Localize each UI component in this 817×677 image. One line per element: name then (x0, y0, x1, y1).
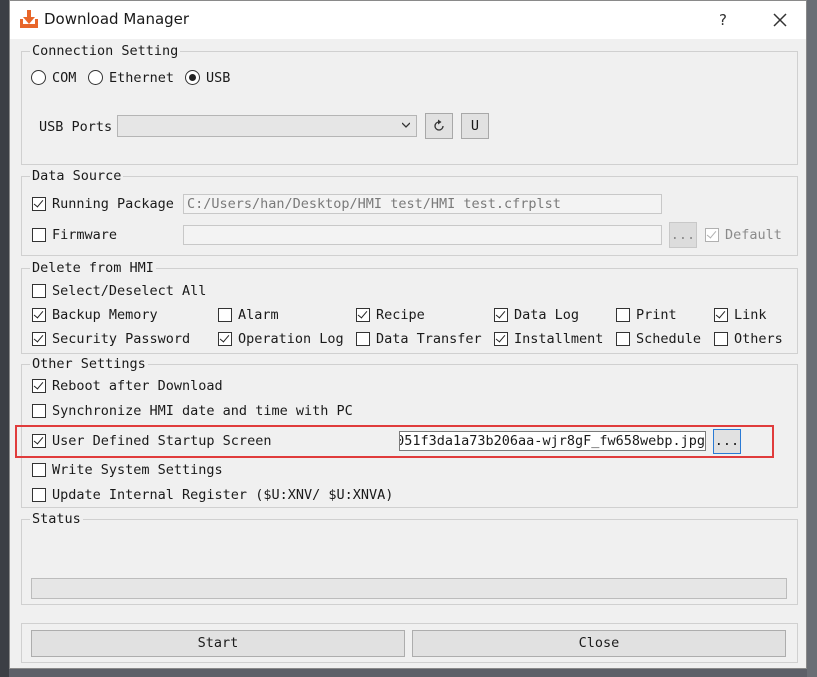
ethernet-label[interactable]: Ethernet (109, 70, 174, 86)
sync-time-checkbox[interactable] (32, 404, 46, 418)
usb-label[interactable]: USB (206, 70, 230, 86)
security-password-checkbox[interactable] (32, 332, 46, 346)
data-transfer-label[interactable]: Data Transfer (376, 331, 482, 347)
update-register-label[interactable]: Update Internal Register ($U:XNV/ $U:XNV… (52, 487, 393, 503)
alarm-checkbox[interactable] (218, 308, 232, 322)
firmware-checkbox[interactable] (32, 228, 46, 242)
close-icon[interactable] (765, 5, 795, 35)
startup-screen-label[interactable]: User Defined Startup Screen (52, 433, 271, 449)
data-log-label[interactable]: Data Log (514, 307, 579, 323)
usb-ports-label: USB Ports (39, 119, 113, 135)
installment-label[interactable]: Installment (514, 331, 603, 347)
refresh-button[interactable] (425, 113, 453, 139)
sync-time-label[interactable]: Synchronize HMI date and time with PC (52, 403, 353, 419)
firmware-label[interactable]: Firmware (52, 227, 117, 243)
select-all-checkbox[interactable] (32, 284, 46, 298)
download-icon (20, 10, 38, 28)
firmware-browse-button[interactable]: ... (669, 222, 697, 248)
window-title: Download Manager (44, 10, 190, 28)
others-checkbox[interactable] (714, 332, 728, 346)
schedule-label[interactable]: Schedule (636, 331, 701, 347)
reboot-label[interactable]: Reboot after Download (52, 378, 223, 394)
alarm-label[interactable]: Alarm (238, 307, 279, 323)
delete-from-hmi-title: Delete from HMI (30, 260, 156, 276)
startup-screen-checkbox[interactable] (32, 434, 46, 448)
running-package-path[interactable]: C:/Users/han/Desktop/HMI test/HMI test.c… (183, 194, 662, 214)
data-source-title: Data Source (30, 168, 124, 184)
recipe-label[interactable]: Recipe (376, 307, 425, 323)
write-system-label[interactable]: Write System Settings (52, 462, 223, 478)
data-log-checkbox[interactable] (494, 308, 508, 322)
link-label[interactable]: Link (734, 307, 767, 323)
title-bar: Download Manager ? (10, 1, 806, 39)
print-checkbox[interactable] (616, 308, 630, 322)
print-label[interactable]: Print (636, 307, 677, 323)
backup-memory-label[interactable]: Backup Memory (52, 307, 158, 323)
usb-radio[interactable] (185, 70, 200, 85)
ethernet-radio[interactable] (88, 70, 103, 85)
operation-log-label[interactable]: Operation Log (238, 331, 344, 347)
connection-setting-group (21, 51, 798, 165)
recipe-checkbox[interactable] (356, 308, 370, 322)
startup-screen-browse-button[interactable]: ... (713, 429, 741, 454)
usb-ports-select[interactable] (117, 115, 417, 137)
com-label[interactable]: COM (52, 70, 76, 86)
start-button[interactable]: Start (31, 630, 405, 657)
operation-log-checkbox[interactable] (218, 332, 232, 346)
status-progress-bar (31, 578, 787, 599)
firmware-path[interactable] (183, 225, 662, 245)
refresh-icon (434, 119, 444, 131)
chevron-down-icon (402, 122, 410, 128)
background-window-right (807, 0, 817, 677)
running-package-checkbox[interactable] (32, 197, 46, 211)
download-manager-dialog: Download Manager ? Connection Setting CO… (9, 0, 807, 669)
write-system-checkbox[interactable] (32, 463, 46, 477)
help-button[interactable]: ? (708, 5, 738, 35)
connection-setting-title: Connection Setting (30, 43, 181, 59)
data-transfer-checkbox[interactable] (356, 332, 370, 346)
reboot-checkbox[interactable] (32, 379, 46, 393)
default-label[interactable]: Default (725, 227, 782, 243)
default-checkbox[interactable] (705, 228, 719, 242)
running-package-label[interactable]: Running Package (52, 196, 174, 212)
others-label[interactable]: Others (734, 331, 783, 347)
installment-checkbox[interactable] (494, 332, 508, 346)
schedule-checkbox[interactable] (616, 332, 630, 346)
status-title: Status (30, 511, 83, 527)
background-window (0, 0, 9, 677)
link-checkbox[interactable] (714, 308, 728, 322)
startup-screen-path[interactable]: 051f3da1a73b206aa-wjr8gF_fw658webp.jpg (399, 431, 706, 451)
u-button[interactable]: U (461, 113, 489, 139)
other-settings-title: Other Settings (30, 356, 148, 372)
select-all-label[interactable]: Select/Deselect All (52, 283, 206, 299)
close-button[interactable]: Close (412, 630, 786, 657)
com-radio[interactable] (31, 70, 46, 85)
backup-memory-checkbox[interactable] (32, 308, 46, 322)
update-register-checkbox[interactable] (32, 488, 46, 502)
security-password-label[interactable]: Security Password (52, 331, 190, 347)
